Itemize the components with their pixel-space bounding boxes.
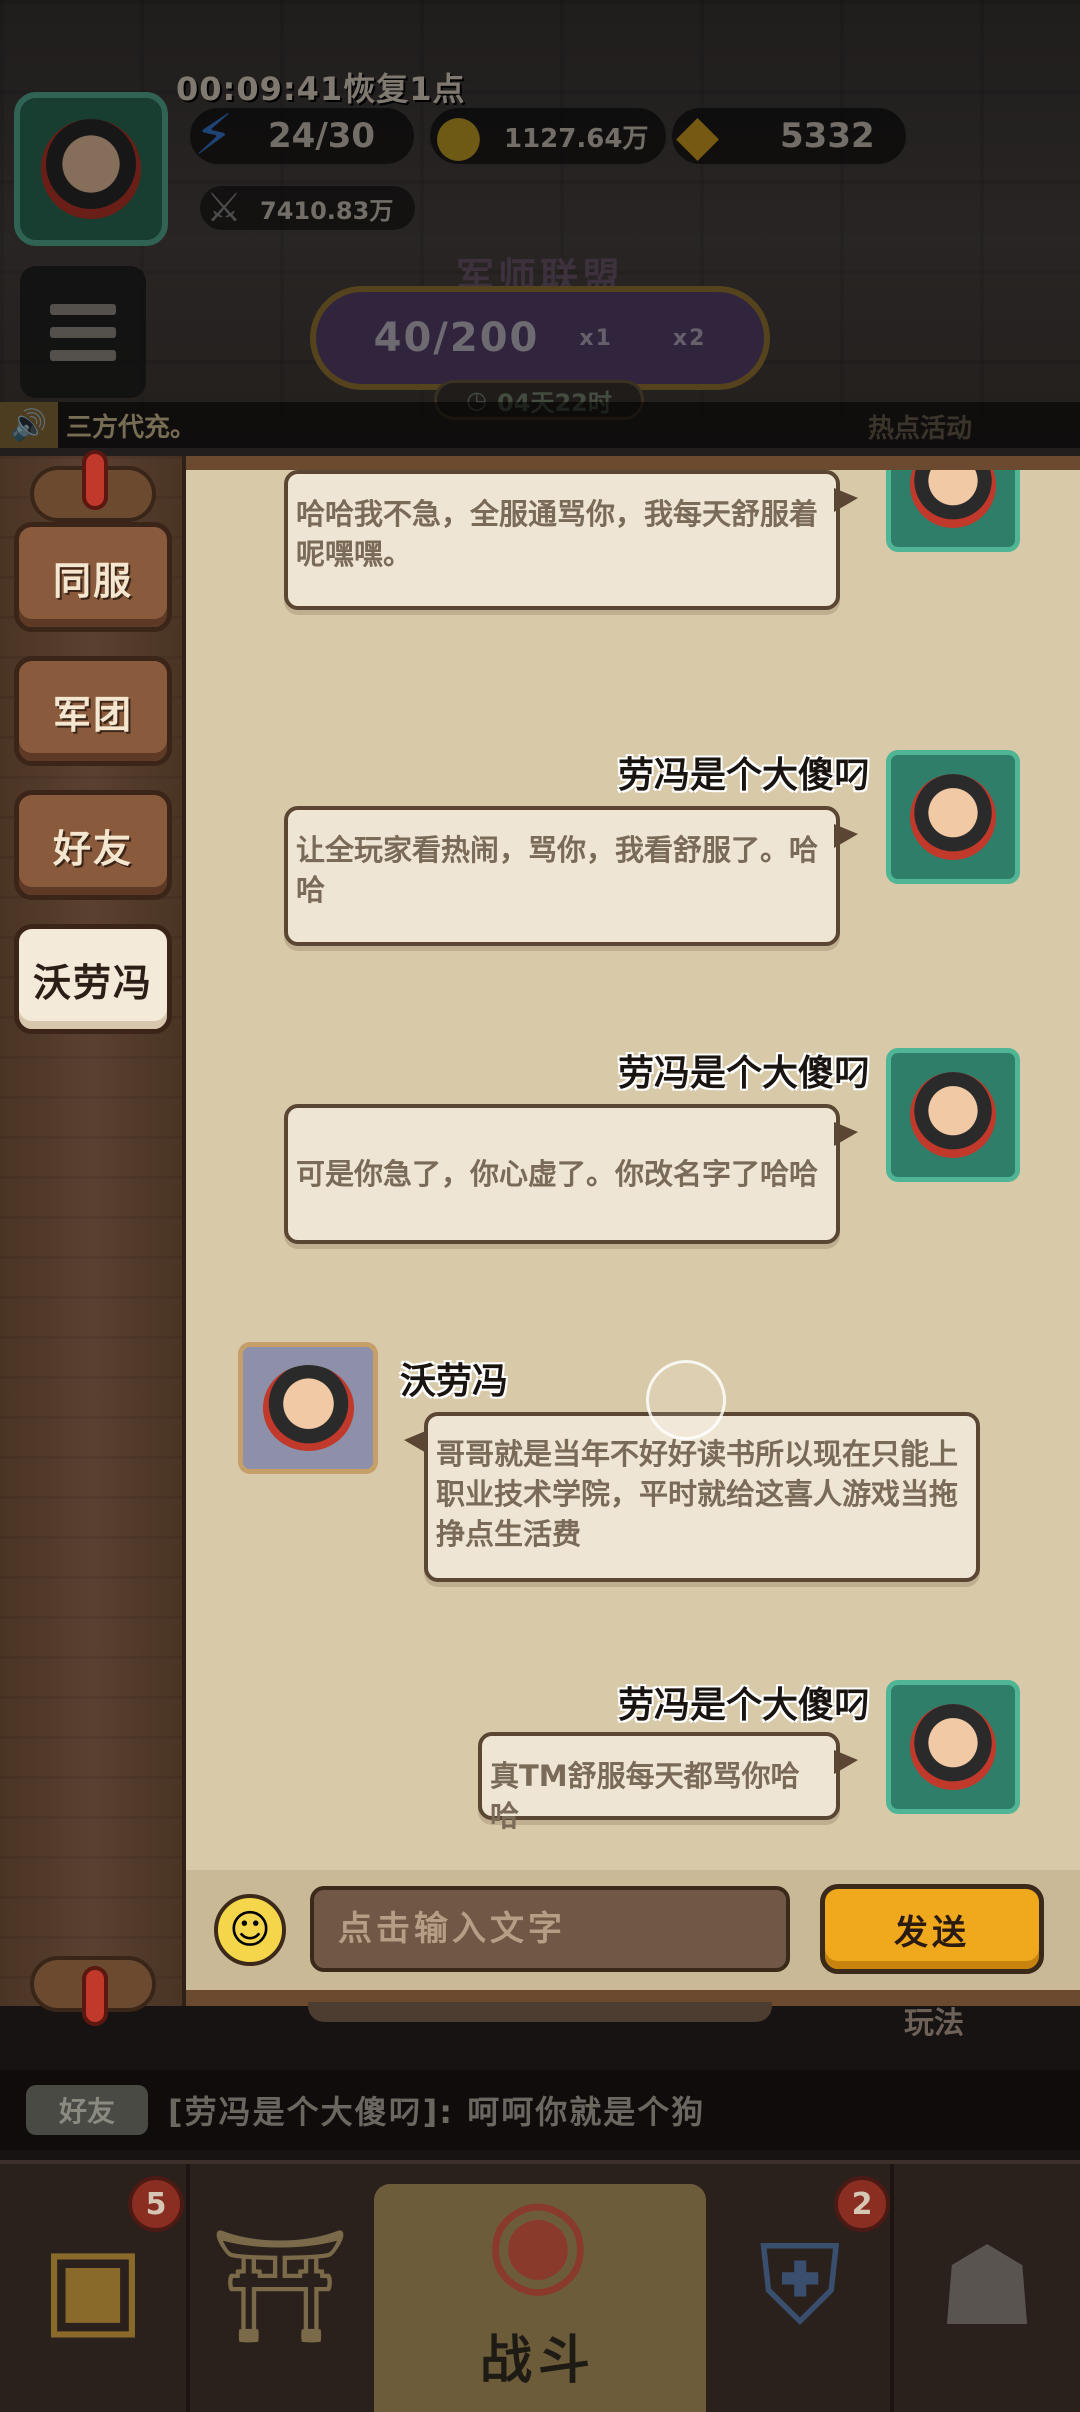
sender-name: 沃劳冯 xyxy=(400,1361,509,1402)
channel-tag: 好友 xyxy=(26,2085,148,2135)
message-bubble: 让全玩家看热闹，骂你，我看舒服了。哈哈 xyxy=(284,806,858,946)
message-bubble: 可是你急了，你心虚了。你改名字了哈哈 xyxy=(284,1104,858,1244)
gameplay-label: 玩法 xyxy=(904,2006,964,2041)
emoji-button[interactable]: ☺ xyxy=(214,1894,286,1966)
chat-channel-sidebar: 同服 军团 好友 沃劳冯 xyxy=(0,450,186,2026)
message-text: 哈哈我不急，全服通骂你，我每天舒服着呢嘿嘿。 xyxy=(296,497,819,571)
tab-friends[interactable]: 好友 xyxy=(14,790,172,900)
latest-chat-text: [劳冯是个大傻叼]: 呵呵你就是个狗 xyxy=(168,2093,706,2131)
gate-icon: ⛩ xyxy=(210,2221,350,2350)
chat-panel: 同服 军团 好友 沃劳冯 哈哈我不急，全服通骂你，我每天舒服着呢嘿嘿。 劳冯是个… xyxy=(0,450,1080,2026)
character-face-icon xyxy=(909,1703,997,1791)
message-bubble: 真TM舒服每天都骂你哈哈 xyxy=(478,1732,858,1833)
tab-private-chat[interactable]: 沃劳冯 xyxy=(14,924,172,1034)
character-face-icon xyxy=(262,1365,354,1451)
message-text: 让全玩家看热闹，骂你，我看舒服了。哈哈 xyxy=(296,833,819,907)
chat-text-input[interactable] xyxy=(310,1886,790,1972)
sender-avatar[interactable] xyxy=(886,1680,1020,1814)
chat-input-bar: ☺ 发送 xyxy=(186,1870,1080,2004)
sender-avatar[interactable] xyxy=(886,1048,1020,1182)
message-text: 可是你急了，你心虚了。你改名字了哈哈 xyxy=(296,1157,819,1191)
sender-name: 劳冯是个大傻叼 xyxy=(617,1685,870,1726)
armor-icon: ⛨ xyxy=(758,2221,842,2349)
helmet-icon: ☗ xyxy=(937,2222,1037,2350)
character-face-icon xyxy=(909,470,997,529)
chat-message-area: 哈哈我不急，全服通骂你，我每天舒服着呢嘿嘿。 劳冯是个大傻叼 让全玩家看热闹，骂… xyxy=(186,456,1080,2006)
character-face-icon xyxy=(909,773,997,861)
sender-name: 劳冯是个大傻叼 xyxy=(617,755,870,796)
tab-legion[interactable]: 军团 xyxy=(14,656,172,766)
message-text: 哥哥就是当年不好好读书所以现在只能上职业技术学院，平时就给这喜人游戏当拖挣点生活… xyxy=(436,1437,959,1551)
message-bubble: 哈哈我不急，全服通骂你，我每天舒服着呢嘿嘿。 xyxy=(284,470,858,610)
hook-icon xyxy=(82,1966,108,2026)
hook-icon xyxy=(82,450,108,510)
treasure-chest-icon: ▣ xyxy=(41,2222,145,2350)
nav-heroes-button[interactable]: ☗ xyxy=(894,2160,1080,2412)
tab-server[interactable]: 同服 xyxy=(14,522,172,632)
message-text: 真TM舒服每天都骂你哈哈 xyxy=(490,1759,800,1833)
message-list[interactable]: 哈哈我不急，全服通骂你，我每天舒服着呢嘿嘿。 劳冯是个大傻叼 让全玩家看热闹，骂… xyxy=(186,470,1080,1870)
sender-avatar[interactable] xyxy=(886,470,1020,552)
equipment-notification-badge: 2 xyxy=(834,2176,890,2232)
touch-indicator xyxy=(646,1360,726,1440)
chest-notification-badge: 5 xyxy=(128,2176,184,2232)
sidebar-bottom-ornament xyxy=(30,1956,156,2026)
character-face-icon xyxy=(909,1071,997,1159)
panel-bottom-tab xyxy=(308,2002,772,2022)
send-button[interactable]: 发送 xyxy=(820,1884,1044,1974)
nav-arena-button[interactable]: ⛩ xyxy=(190,2160,370,2412)
other-user-avatar[interactable] xyxy=(238,1342,378,1474)
message-bubble: 哥哥就是当年不好好读书所以现在只能上职业技术学院，平时就给这喜人游戏当拖挣点生活… xyxy=(404,1412,980,1582)
latest-chat-bar[interactable]: 好友 [劳冯是个大傻叼]: 呵呵你就是个狗 xyxy=(0,2070,1080,2150)
sender-name: 劳冯是个大傻叼 xyxy=(617,1053,870,1094)
battle-label: 战斗 xyxy=(480,2331,597,2391)
battle-drum-icon: ◉ xyxy=(485,2170,591,2310)
sender-avatar[interactable] xyxy=(886,750,1020,884)
smiley-icon: ☺ xyxy=(229,1907,271,1953)
sidebar-top-ornament xyxy=(30,450,156,522)
